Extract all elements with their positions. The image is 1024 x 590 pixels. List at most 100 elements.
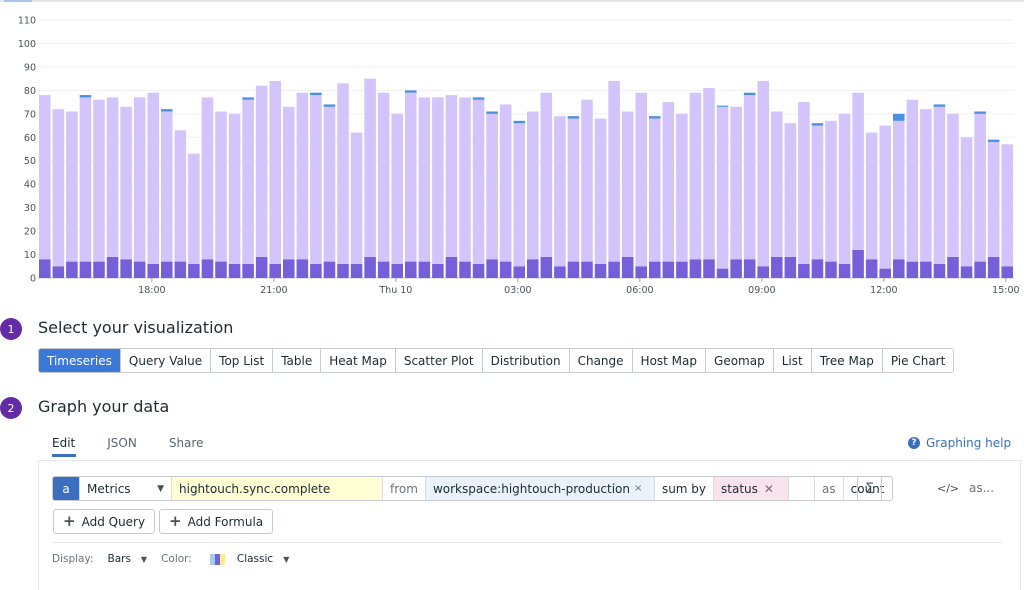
bar-segment-other[interactable]: [960, 137, 973, 267]
bar-segment-success[interactable]: [52, 266, 65, 278]
bar-segment-error[interactable]: [405, 90, 417, 93]
bar-segment-success[interactable]: [635, 266, 647, 278]
bar-segment-other[interactable]: [974, 113, 986, 262]
bar-segment-success[interactable]: [472, 263, 485, 278]
bar-segment-error[interactable]: [242, 97, 254, 100]
bar-segment-other[interactable]: [540, 92, 553, 257]
bar-segment-other[interactable]: [513, 123, 525, 267]
bar-segment-other[interactable]: [947, 113, 959, 257]
bar-segment-other[interactable]: [445, 95, 458, 257]
add-formula-button[interactable]: + Add Formula: [159, 509, 274, 534]
bar-segment-success[interactable]: [608, 261, 620, 278]
bar-segment-success[interactable]: [933, 263, 946, 278]
bar-segment-error[interactable]: [811, 123, 824, 126]
bar-segment-success[interactable]: [825, 261, 837, 278]
bar-segment-success[interactable]: [133, 261, 146, 278]
bar-segment-success[interactable]: [106, 256, 119, 278]
bar-segment-other[interactable]: [920, 109, 932, 262]
bar-segment-success[interactable]: [689, 259, 702, 278]
bar-segment-other[interactable]: [499, 104, 512, 262]
bar-segment-success[interactable]: [350, 263, 363, 278]
remove-scope-icon[interactable]: ×: [634, 483, 642, 494]
bar-segment-other[interactable]: [838, 113, 851, 264]
bar-segment-other[interactable]: [296, 92, 309, 260]
bar-segment-success[interactable]: [445, 256, 458, 278]
bar-segment-other[interactable]: [567, 118, 580, 262]
bar-segment-error[interactable]: [323, 104, 336, 107]
bar-segment-other[interactable]: [174, 130, 187, 262]
bar-segment-success[interactable]: [581, 261, 593, 278]
bar-segment-success[interactable]: [405, 261, 417, 278]
bar-segment-other[interactable]: [798, 102, 810, 264]
bar-segment-success[interactable]: [39, 259, 51, 278]
bar-segment-success[interactable]: [743, 259, 756, 278]
bar-segment-success[interactable]: [147, 263, 159, 278]
bar-segment-success[interactable]: [771, 256, 783, 278]
bar-segment-other[interactable]: [933, 106, 946, 264]
bar-segment-other[interactable]: [161, 111, 173, 262]
bar-segment-error[interactable]: [513, 120, 525, 124]
bar-segment-success[interactable]: [120, 259, 132, 278]
bar-segment-error[interactable]: [716, 105, 729, 107]
bar-segment-success[interactable]: [337, 263, 349, 278]
bar-segment-other[interactable]: [432, 97, 444, 264]
bar-segment-other[interactable]: [486, 113, 498, 260]
bar-segment-other[interactable]: [215, 111, 227, 262]
bar-segment-other[interactable]: [554, 116, 566, 267]
bar-segment-other[interactable]: [716, 106, 729, 269]
bar-segment-success[interactable]: [649, 261, 661, 278]
bar-segment-other[interactable]: [201, 97, 214, 260]
bar-segment-success[interactable]: [798, 263, 810, 278]
viz-option-timeseries[interactable]: Timeseries: [39, 349, 121, 372]
bar-segment-other[interactable]: [405, 92, 417, 262]
bar-segment-other[interactable]: [879, 125, 891, 269]
bar-segment-success[interactable]: [527, 259, 539, 278]
bar-segment-other[interactable]: [730, 106, 742, 260]
bar-segment-other[interactable]: [79, 97, 92, 262]
bar-segment-other[interactable]: [865, 132, 878, 260]
bar-segment-success[interactable]: [93, 261, 105, 278]
bar-segment-other[interactable]: [987, 141, 1000, 257]
bar-segment-success[interactable]: [1001, 266, 1013, 278]
bar-segment-success[interactable]: [242, 263, 254, 278]
bar-segment-success[interactable]: [269, 263, 281, 278]
bar-segment-other[interactable]: [621, 111, 634, 257]
bar-segment-success[interactable]: [188, 263, 200, 278]
bar-segment-other[interactable]: [527, 111, 539, 260]
bar-segment-error[interactable]: [933, 104, 946, 107]
bar-segment-other[interactable]: [825, 120, 837, 262]
bar-segment-success[interactable]: [310, 263, 322, 278]
bar-segment-other[interactable]: [66, 111, 78, 262]
bar-segment-error[interactable]: [974, 111, 986, 114]
bar-segment-other[interactable]: [594, 118, 607, 264]
bar-segment-other[interactable]: [676, 113, 688, 262]
bar-segment-other[interactable]: [852, 92, 864, 250]
bar-segment-success[interactable]: [865, 259, 878, 278]
alias-input[interactable]: as...: [969, 481, 994, 495]
bar-segment-other[interactable]: [337, 83, 349, 264]
bar-segment-success[interactable]: [459, 261, 471, 278]
bar-segment-success[interactable]: [879, 268, 891, 278]
bar-segment-other[interactable]: [581, 99, 593, 262]
bar-segment-other[interactable]: [906, 99, 919, 262]
bar-segment-error[interactable]: [567, 116, 580, 119]
bar-segment-error[interactable]: [649, 116, 661, 119]
group-by-empty[interactable]: [789, 477, 816, 500]
bar-segment-other[interactable]: [811, 125, 824, 260]
bar-segment-success[interactable]: [201, 259, 214, 278]
bar-segment-success[interactable]: [499, 261, 512, 278]
graphing-help-link[interactable]: ? Graphing help: [908, 436, 1011, 450]
sigma-function-icon[interactable]: Σ: [857, 476, 882, 501]
bar-segment-success[interactable]: [486, 259, 498, 278]
bar-segment-success[interactable]: [960, 266, 973, 278]
bar-segment-success[interactable]: [255, 256, 268, 278]
bar-segment-success[interactable]: [811, 259, 824, 278]
bar-segment-other[interactable]: [757, 80, 769, 267]
bar-segment-error[interactable]: [893, 113, 905, 121]
bar-segment-error[interactable]: [79, 95, 92, 98]
color-palette-dropdown[interactable]: Classic: [237, 553, 273, 565]
remove-group-icon[interactable]: ✕: [764, 482, 774, 496]
bar-segment-other[interactable]: [242, 99, 254, 264]
viz-option-tree-map[interactable]: Tree Map: [811, 349, 883, 372]
add-query-button[interactable]: + Add Query: [53, 509, 156, 534]
